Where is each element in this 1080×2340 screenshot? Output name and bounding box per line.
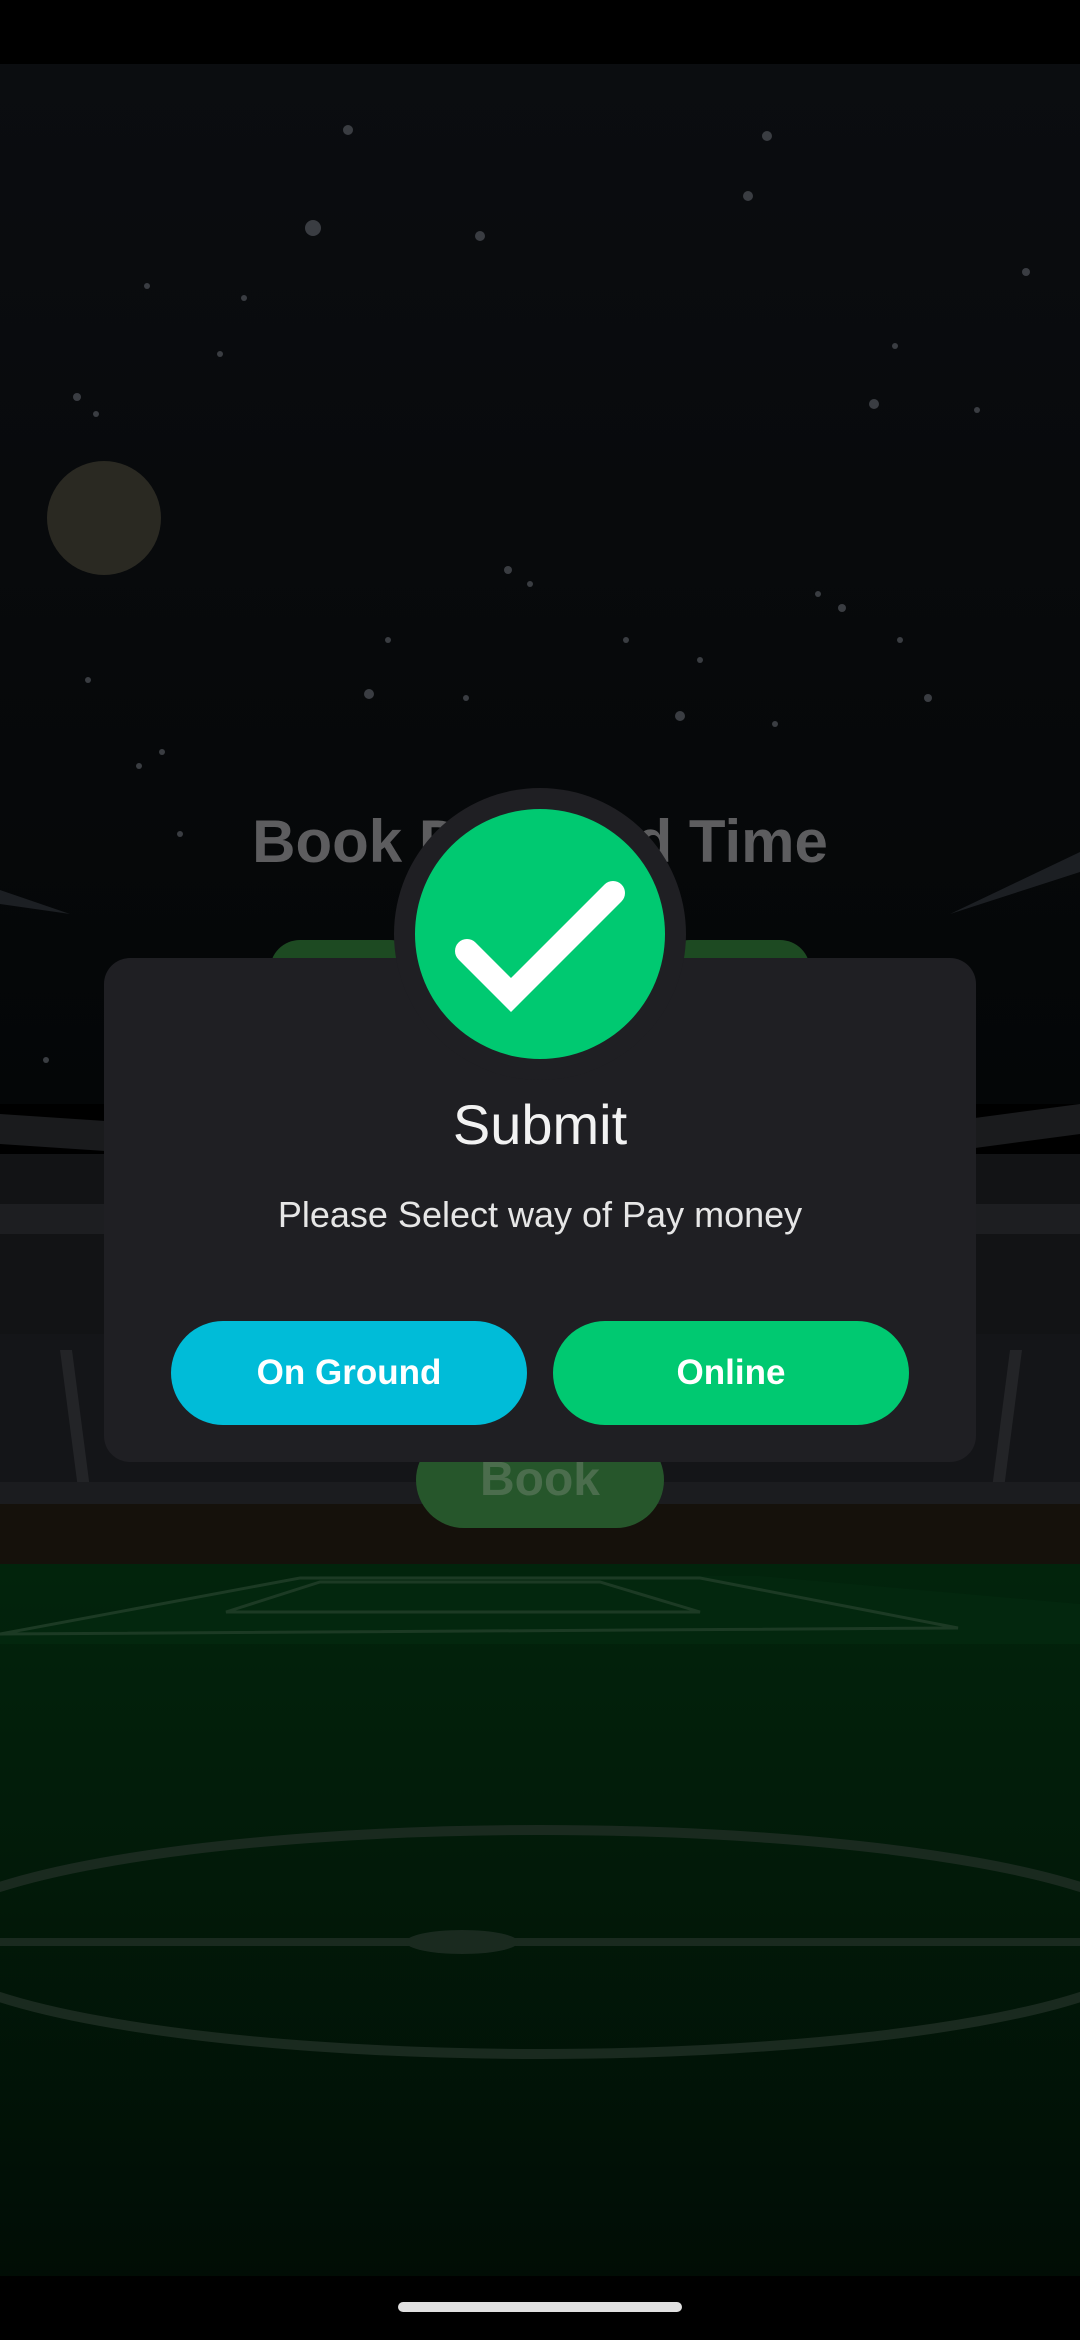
online-button[interactable]: Online [553,1321,909,1425]
dialog-message: Please Select way of Pay money [277,1194,803,1235]
screen: Book Date and Time Book Submit Please Se… [0,0,1080,2340]
status-bar [0,0,1080,65]
check-icon [455,881,625,1012]
on-ground-button[interactable]: On Ground [171,1321,527,1425]
dialog-title: Submit [452,1093,628,1156]
success-circle [415,809,665,1059]
navigation-bar [0,2276,1080,2340]
success-badge [394,788,686,1080]
home-indicator[interactable] [398,2302,682,2312]
